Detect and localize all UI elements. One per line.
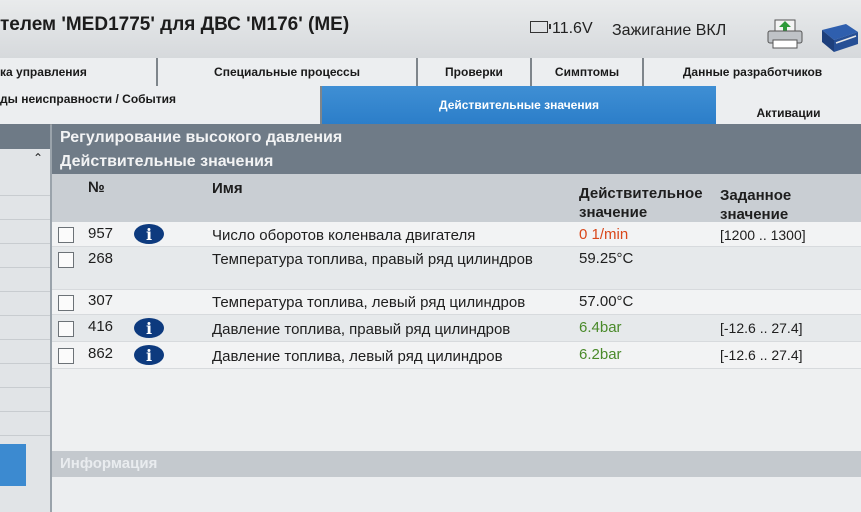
table-header: № Имя Действительное значение Заданное з… xyxy=(52,174,861,224)
column-name[interactable]: Имя xyxy=(212,179,243,198)
table-row[interactable]: 268 Температура топлива, правый ряд цили… xyxy=(52,247,861,290)
tab-symptoms[interactable]: Симптомы xyxy=(532,58,644,86)
left-tree-panel: ⌃ xyxy=(0,124,50,512)
row-actual-value: 6.4bar xyxy=(579,319,622,336)
info-section-header[interactable]: Информация xyxy=(52,451,861,477)
row-checkbox[interactable] xyxy=(58,321,74,337)
row-actual-value: 6.2bar xyxy=(579,346,622,363)
info-section-body xyxy=(52,477,861,512)
tab-checks[interactable]: Проверки xyxy=(418,58,532,86)
row-checkbox[interactable] xyxy=(58,348,74,364)
row-name: Температура топлива, левый ряд цилиндров xyxy=(212,294,526,311)
left-panel-header xyxy=(0,124,50,149)
column-actual-value-line1: Действительное xyxy=(579,185,703,202)
info-icon[interactable]: i xyxy=(134,318,164,338)
tab-actual-values[interactable]: Действительные значения xyxy=(322,86,716,124)
app-header: телем 'MED1775' для ДВС 'M176' (ME) 11.6… xyxy=(0,0,861,59)
ignition-status: Зажигание ВКЛ xyxy=(612,22,727,39)
column-number[interactable]: № xyxy=(88,178,105,197)
row-checkbox[interactable] xyxy=(58,227,74,243)
voltage-value: 11.6V xyxy=(552,20,593,37)
battery-voltage: 11.6V xyxy=(530,20,593,38)
chevron-up-icon[interactable]: ⌃ xyxy=(30,150,46,166)
row-actual-value: 57.00°C xyxy=(579,293,634,310)
actual-values-panel: Регулирование высокого давления Действит… xyxy=(52,124,861,512)
row-name: Число оборотов коленвала двигателя xyxy=(212,227,476,244)
column-setpoint-line1: Заданное xyxy=(720,187,792,204)
row-actual-value: 0 1/min xyxy=(579,226,629,243)
row-number: 416 xyxy=(88,318,114,335)
table-row[interactable]: 416 i Давление топлива, правый ряд цилин… xyxy=(52,315,861,342)
left-panel-selected-item[interactable] xyxy=(0,444,26,486)
battery-icon xyxy=(530,21,551,33)
info-section-label: Информация xyxy=(60,455,158,472)
tab-fault-codes-events[interactable]: ды неисправности / События xyxy=(0,86,322,124)
info-icon[interactable]: i xyxy=(134,224,164,244)
row-checkbox[interactable] xyxy=(58,252,74,268)
row-number: 268 xyxy=(88,250,114,267)
printer-icon[interactable] xyxy=(766,18,804,50)
group-title: Регулирование высокого давления xyxy=(60,129,343,146)
tab-control-unit[interactable]: ка управления xyxy=(0,58,158,86)
column-setpoint[interactable]: Заданное значение xyxy=(720,186,791,224)
row-name: Давление топлива, правый ряд цилиндров xyxy=(212,321,511,338)
tab-bar-top: ка управления Специальные процессы Прове… xyxy=(0,58,861,87)
table-row[interactable]: 307 Температура топлива, левый ряд цилин… xyxy=(52,290,861,315)
column-actual-value[interactable]: Действительное значение xyxy=(579,184,703,222)
book-icon[interactable] xyxy=(818,22,860,54)
info-icon[interactable]: i xyxy=(134,345,164,365)
row-setpoint: [1200 .. 1300] xyxy=(720,227,806,243)
row-number: 307 xyxy=(88,292,114,309)
tab-special-procedures[interactable]: Специальные процессы xyxy=(158,58,418,86)
table-row[interactable]: 957 i Число оборотов коленвала двигателя… xyxy=(52,222,861,247)
row-number: 957 xyxy=(88,225,114,242)
group-header: Регулирование высокого давления Действит… xyxy=(52,124,861,174)
row-number: 862 xyxy=(88,345,114,362)
row-setpoint: [-12.6 .. 27.4] xyxy=(720,320,803,336)
table-row[interactable]: 862 i Давление топлива, левый ряд цилинд… xyxy=(52,342,861,369)
control-unit-title: телем 'MED1775' для ДВС 'M176' (ME) xyxy=(0,14,350,35)
column-actual-value-line2: значение xyxy=(579,204,648,221)
tab-bar-bottom: ды неисправности / События Действительны… xyxy=(0,86,861,125)
tab-activations[interactable]: Активации xyxy=(716,86,861,124)
row-name: Температура топлива, правый ряд цилиндро… xyxy=(212,251,533,268)
row-actual-value: 59.25°C xyxy=(579,250,634,267)
row-checkbox[interactable] xyxy=(58,295,74,311)
tab-developer-data[interactable]: Данные разработчиков xyxy=(644,58,861,86)
row-name: Давление топлива, левый ряд цилиндров xyxy=(212,348,503,365)
group-subtitle: Действительные значения xyxy=(60,153,274,170)
row-setpoint: [-12.6 .. 27.4] xyxy=(720,347,803,363)
left-panel-list xyxy=(0,172,50,436)
